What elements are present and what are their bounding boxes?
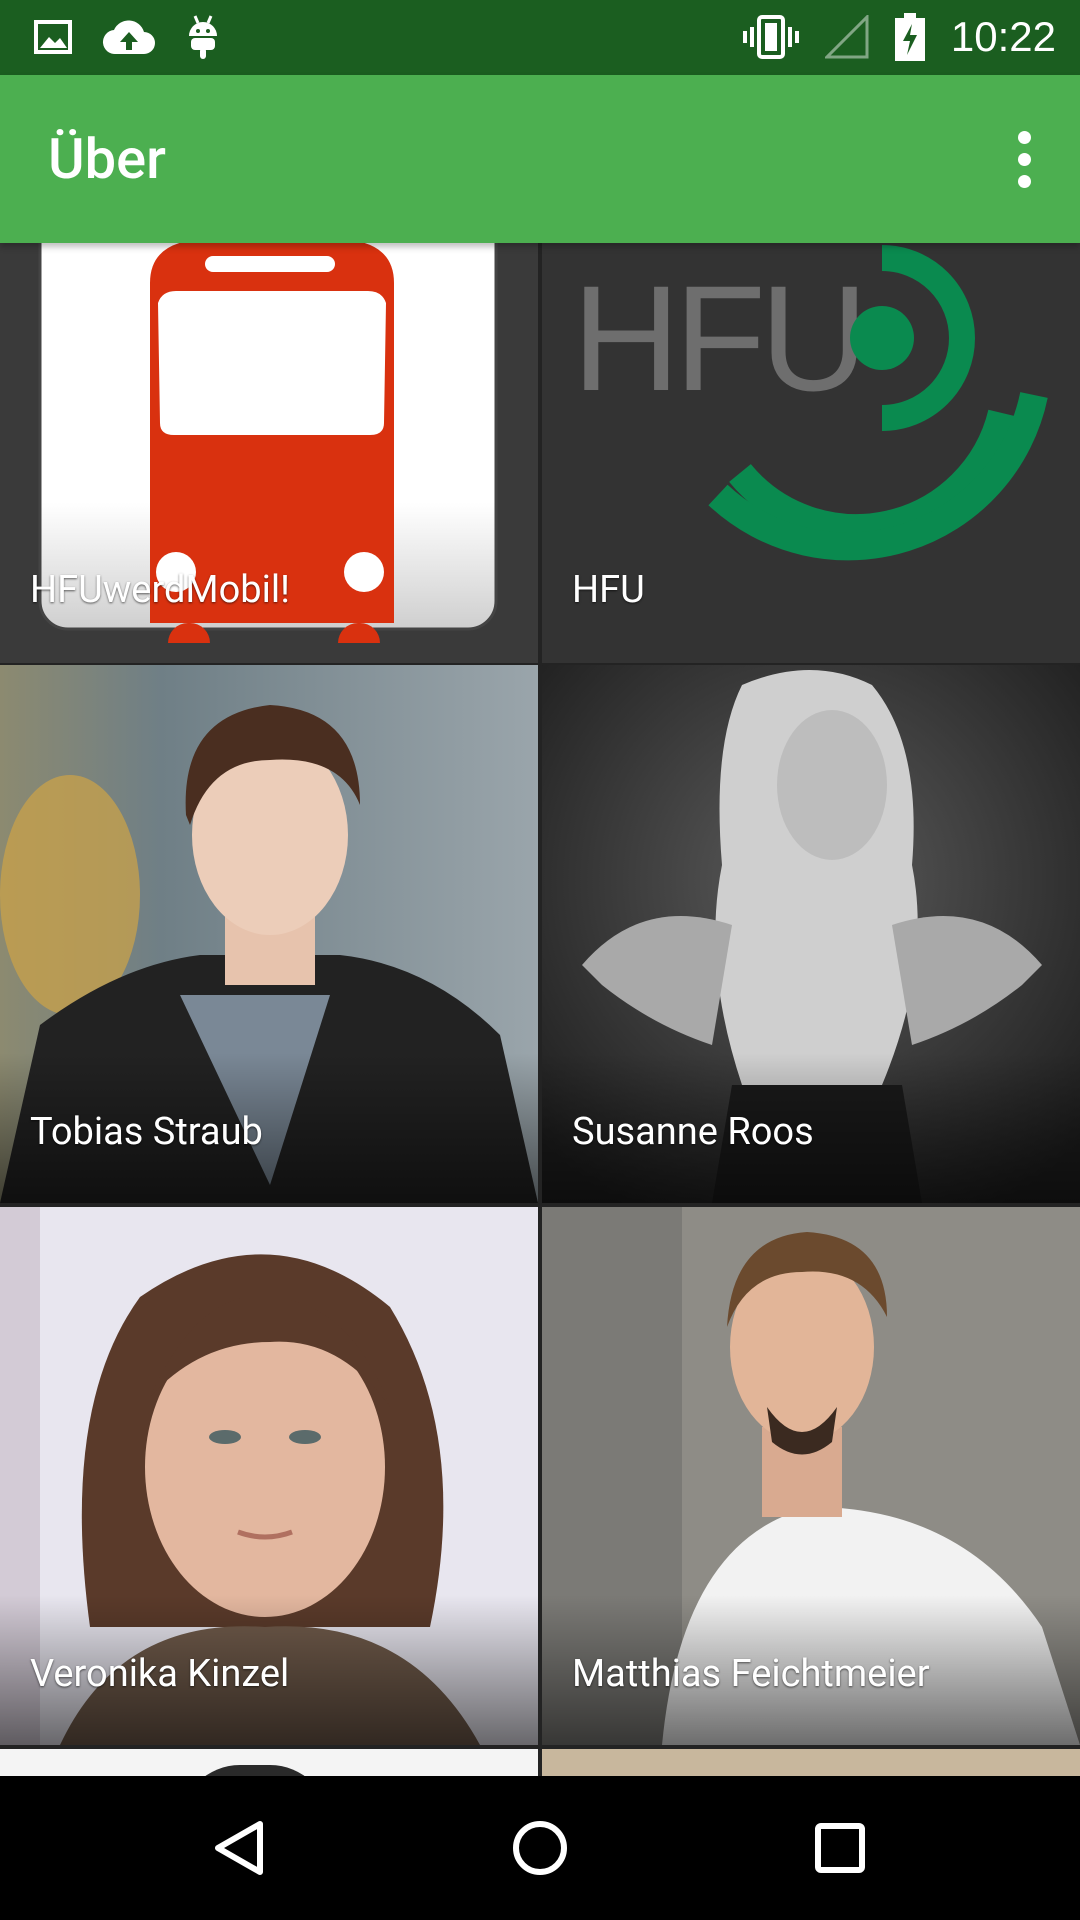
overflow-menu-icon[interactable] [1004, 125, 1044, 193]
svg-text:HFU: HFU [572, 254, 862, 422]
battery-charging-icon [894, 13, 925, 61]
grid-tile-partial[interactable] [542, 1749, 1080, 1776]
clock: 10:22 [950, 13, 1056, 60]
grid-tile-hfu[interactable]: HFU HFU [542, 243, 1080, 663]
tile-label: Matthias Feichtmeier [572, 1652, 930, 1696]
grid-tile-person[interactable]: Tobias Straub [0, 665, 538, 1203]
android-icon [189, 15, 217, 59]
image-icon [34, 20, 72, 54]
tile-label: HFUwerdMobil! [30, 568, 290, 612]
grid-tile-person[interactable]: Susanne Roos [542, 665, 1080, 1203]
tile-label: Susanne Roos [572, 1110, 814, 1154]
grid-tile-partial[interactable] [0, 1749, 538, 1776]
tile-label: HFU [572, 568, 645, 612]
back-icon[interactable] [204, 1812, 276, 1884]
recents-icon[interactable] [804, 1812, 876, 1884]
page-title: Über [48, 126, 166, 192]
cloud-upload-icon [102, 20, 155, 55]
app-bar: Über [0, 75, 1080, 243]
status-bar: 10:22 [0, 0, 1080, 75]
home-icon[interactable] [504, 1812, 576, 1884]
vibrate-icon [742, 15, 799, 59]
grid-tile-person[interactable]: Veronika Kinzel [0, 1207, 538, 1745]
grid-tile-hfuwerdmobil[interactable]: HFUwerdMobil! [0, 243, 538, 663]
signal-icon [824, 15, 869, 59]
tile-label: Veronika Kinzel [30, 1652, 290, 1696]
tile-label: Tobias Straub [30, 1110, 263, 1154]
grid-tile-person[interactable]: Matthias Feichtmeier [542, 1207, 1080, 1745]
navigation-bar [0, 1776, 1080, 1920]
about-grid: HFUwerdMobil! HFU HFU Tobias Straub Susa… [0, 243, 1080, 1776]
